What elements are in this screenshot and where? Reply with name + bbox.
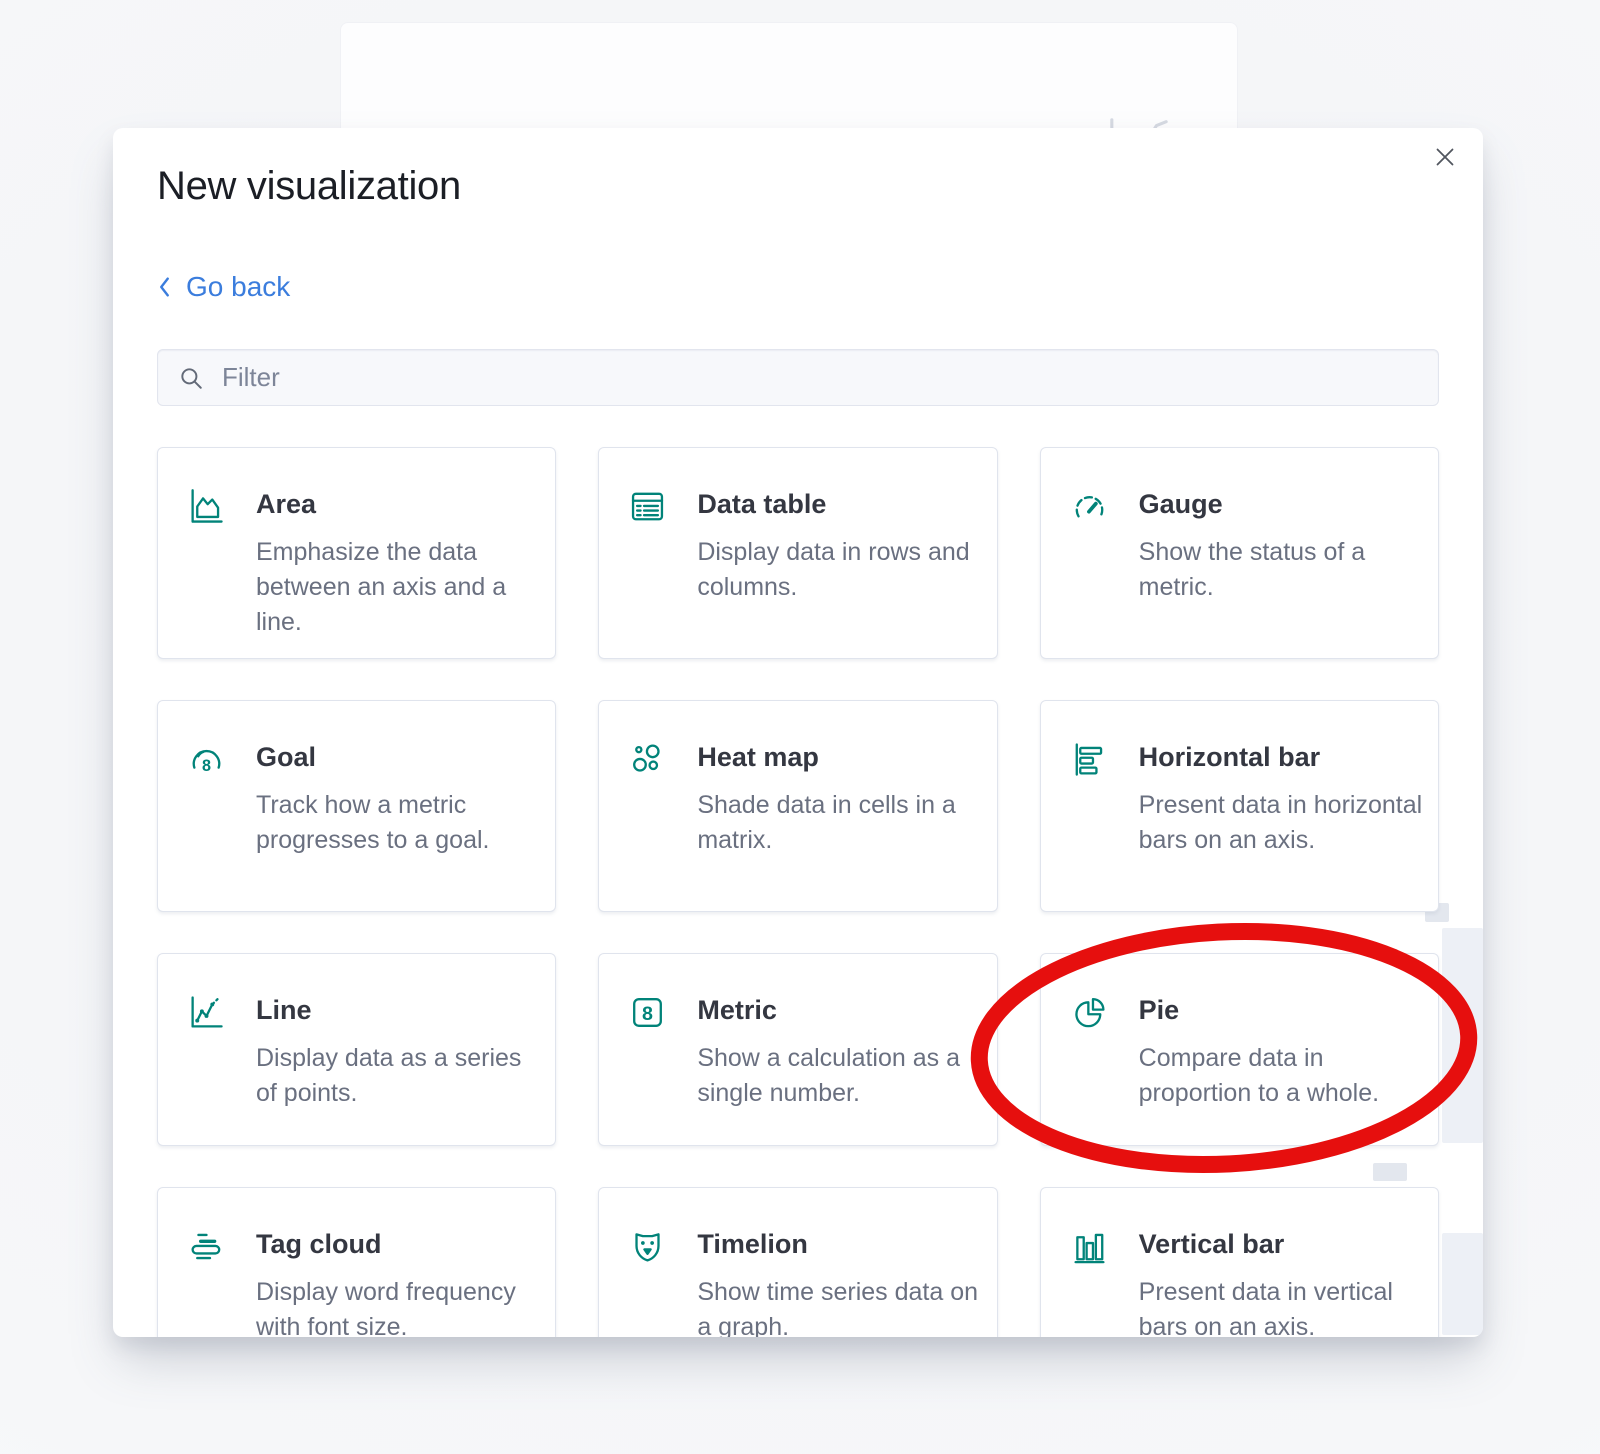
chevron-left-icon [157, 274, 172, 300]
card-title: Metric [697, 994, 982, 1028]
card-title: Tag cloud [256, 1228, 541, 1262]
card-description: Show time series data on a graph. [697, 1275, 982, 1337]
background-artifact [1442, 1233, 1483, 1335]
card-line[interactable]: Line Display data as a series of points. [157, 953, 556, 1146]
card-description: Display word frequency with font size. [256, 1275, 541, 1337]
card-description: Show the status of a metric. [1139, 535, 1424, 605]
card-vertical-bar[interactable]: Vertical bar Present data in vertical ba… [1040, 1187, 1439, 1337]
area-icon [188, 488, 225, 525]
go-back-link[interactable]: Go back [157, 271, 290, 303]
card-title: Heat map [697, 741, 982, 775]
goal-icon: 8 [188, 741, 225, 778]
card-description: Display data as a series of points. [256, 1041, 541, 1111]
search-icon [178, 365, 204, 391]
new-visualization-modal: New visualization Go back Area Emphasize… [113, 128, 1483, 1337]
card-title: Pie [1139, 994, 1424, 1028]
card-data-table[interactable]: Data table Display data in rows and colu… [598, 447, 997, 659]
horizontal-bar-icon [1071, 741, 1108, 778]
card-description: Shade data in cells in a matrix. [697, 788, 982, 858]
card-title: Goal [256, 741, 541, 775]
metric-icon: 8 [629, 994, 666, 1031]
card-horizontal-bar[interactable]: Horizontal bar Present data in horizonta… [1040, 700, 1439, 912]
card-description: Present data in horizontal bars on an ax… [1139, 788, 1424, 858]
background-panel [340, 22, 1238, 133]
card-description: Track how a metric progresses to a goal. [256, 788, 541, 858]
card-goal[interactable]: 8 Goal Track how a metric progresses to … [157, 700, 556, 912]
close-icon [1433, 145, 1457, 169]
card-gauge[interactable]: Gauge Show the status of a metric. [1040, 447, 1439, 659]
card-heat-map[interactable]: Heat map Shade data in cells in a matrix… [598, 700, 997, 912]
data-table-icon [629, 488, 666, 525]
card-metric[interactable]: 8 Metric Show a calculation as a single … [598, 953, 997, 1146]
svg-text:8: 8 [642, 1003, 653, 1025]
filter-bar [157, 349, 1439, 406]
card-description: Emphasize the data between an axis and a… [256, 535, 541, 640]
timelion-icon [629, 1228, 666, 1265]
card-title: Area [256, 488, 541, 522]
card-pie[interactable]: Pie Compare data in proportion to a whol… [1040, 953, 1439, 1146]
filter-input[interactable] [220, 361, 1418, 394]
modal-title: New visualization [157, 164, 461, 209]
card-title: Horizontal bar [1139, 741, 1424, 775]
card-title: Data table [697, 488, 982, 522]
go-back-label: Go back [186, 271, 290, 303]
vertical-bar-icon [1071, 1228, 1108, 1265]
card-title: Timelion [697, 1228, 982, 1262]
line-icon [188, 994, 225, 1031]
heat-map-icon [629, 741, 666, 778]
pie-icon [1071, 994, 1108, 1031]
card-description: Display data in rows and columns. [697, 535, 982, 605]
card-timelion[interactable]: Timelion Show time series data on a grap… [598, 1187, 997, 1337]
card-title: Line [256, 994, 541, 1028]
card-description: Show a calculation as a single number. [697, 1041, 982, 1111]
card-description: Compare data in proportion to a whole. [1139, 1041, 1424, 1111]
close-button[interactable] [1431, 142, 1461, 172]
gauge-icon [1071, 488, 1108, 525]
visualization-grid: Area Emphasize the data between an axis … [157, 447, 1439, 1337]
card-description: Present data in vertical bars on an axis… [1139, 1275, 1424, 1337]
card-area[interactable]: Area Emphasize the data between an axis … [157, 447, 556, 659]
card-tag-cloud[interactable]: Tag cloud Display word frequency with fo… [157, 1187, 556, 1337]
svg-text:8: 8 [202, 757, 211, 775]
background-artifact [1442, 928, 1483, 1143]
card-title: Gauge [1139, 488, 1424, 522]
card-title: Vertical bar [1139, 1228, 1424, 1262]
tag-cloud-icon [188, 1228, 225, 1265]
